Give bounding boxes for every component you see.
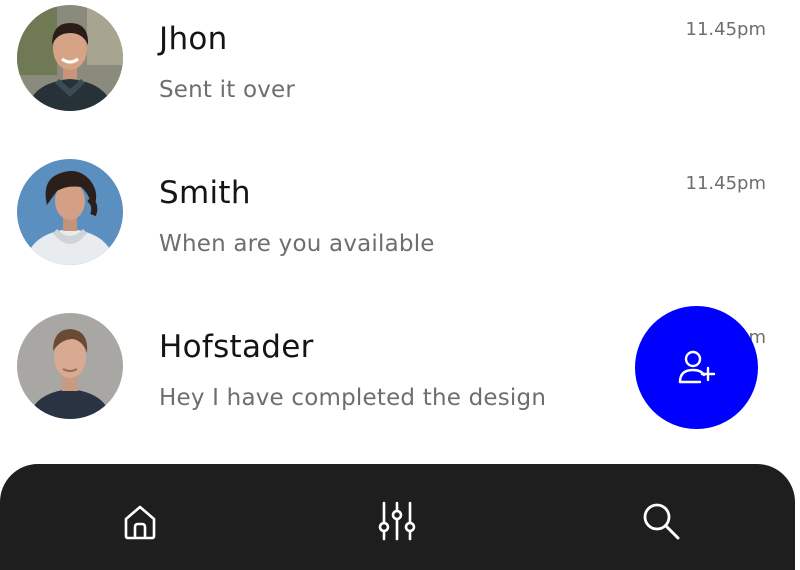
nav-filter-button[interactable] [372, 496, 422, 546]
chat-item-jhon[interactable]: Jhon Sent it over 11.45pm [0, 5, 800, 155]
chat-item-smith[interactable]: Smith When are you available 11.45pm [0, 159, 800, 309]
nav-home-button[interactable] [115, 496, 165, 546]
search-icon [643, 503, 680, 540]
add-user-icon [678, 350, 715, 383]
avatar [17, 159, 123, 265]
avatar [17, 5, 123, 111]
nav-search-button[interactable] [636, 496, 686, 546]
add-contact-button[interactable] [635, 306, 758, 429]
avatar [17, 313, 123, 419]
chat-screen: Jhon Sent it over 11.45pm Smith When are… [0, 0, 800, 570]
contact-name: Hofstader [159, 329, 314, 365]
message-time: 11.45pm [685, 19, 767, 40]
message-time: 11.45pm [685, 173, 767, 194]
last-message: Hey I have completed the design [159, 385, 547, 411]
sliders-icon [378, 501, 416, 541]
contact-name: Jhon [159, 21, 228, 57]
home-icon [124, 505, 156, 540]
bottom-navigation [0, 464, 795, 570]
last-message: When are you available [159, 231, 435, 257]
contact-name: Smith [159, 175, 251, 211]
last-message: Sent it over [159, 77, 296, 103]
